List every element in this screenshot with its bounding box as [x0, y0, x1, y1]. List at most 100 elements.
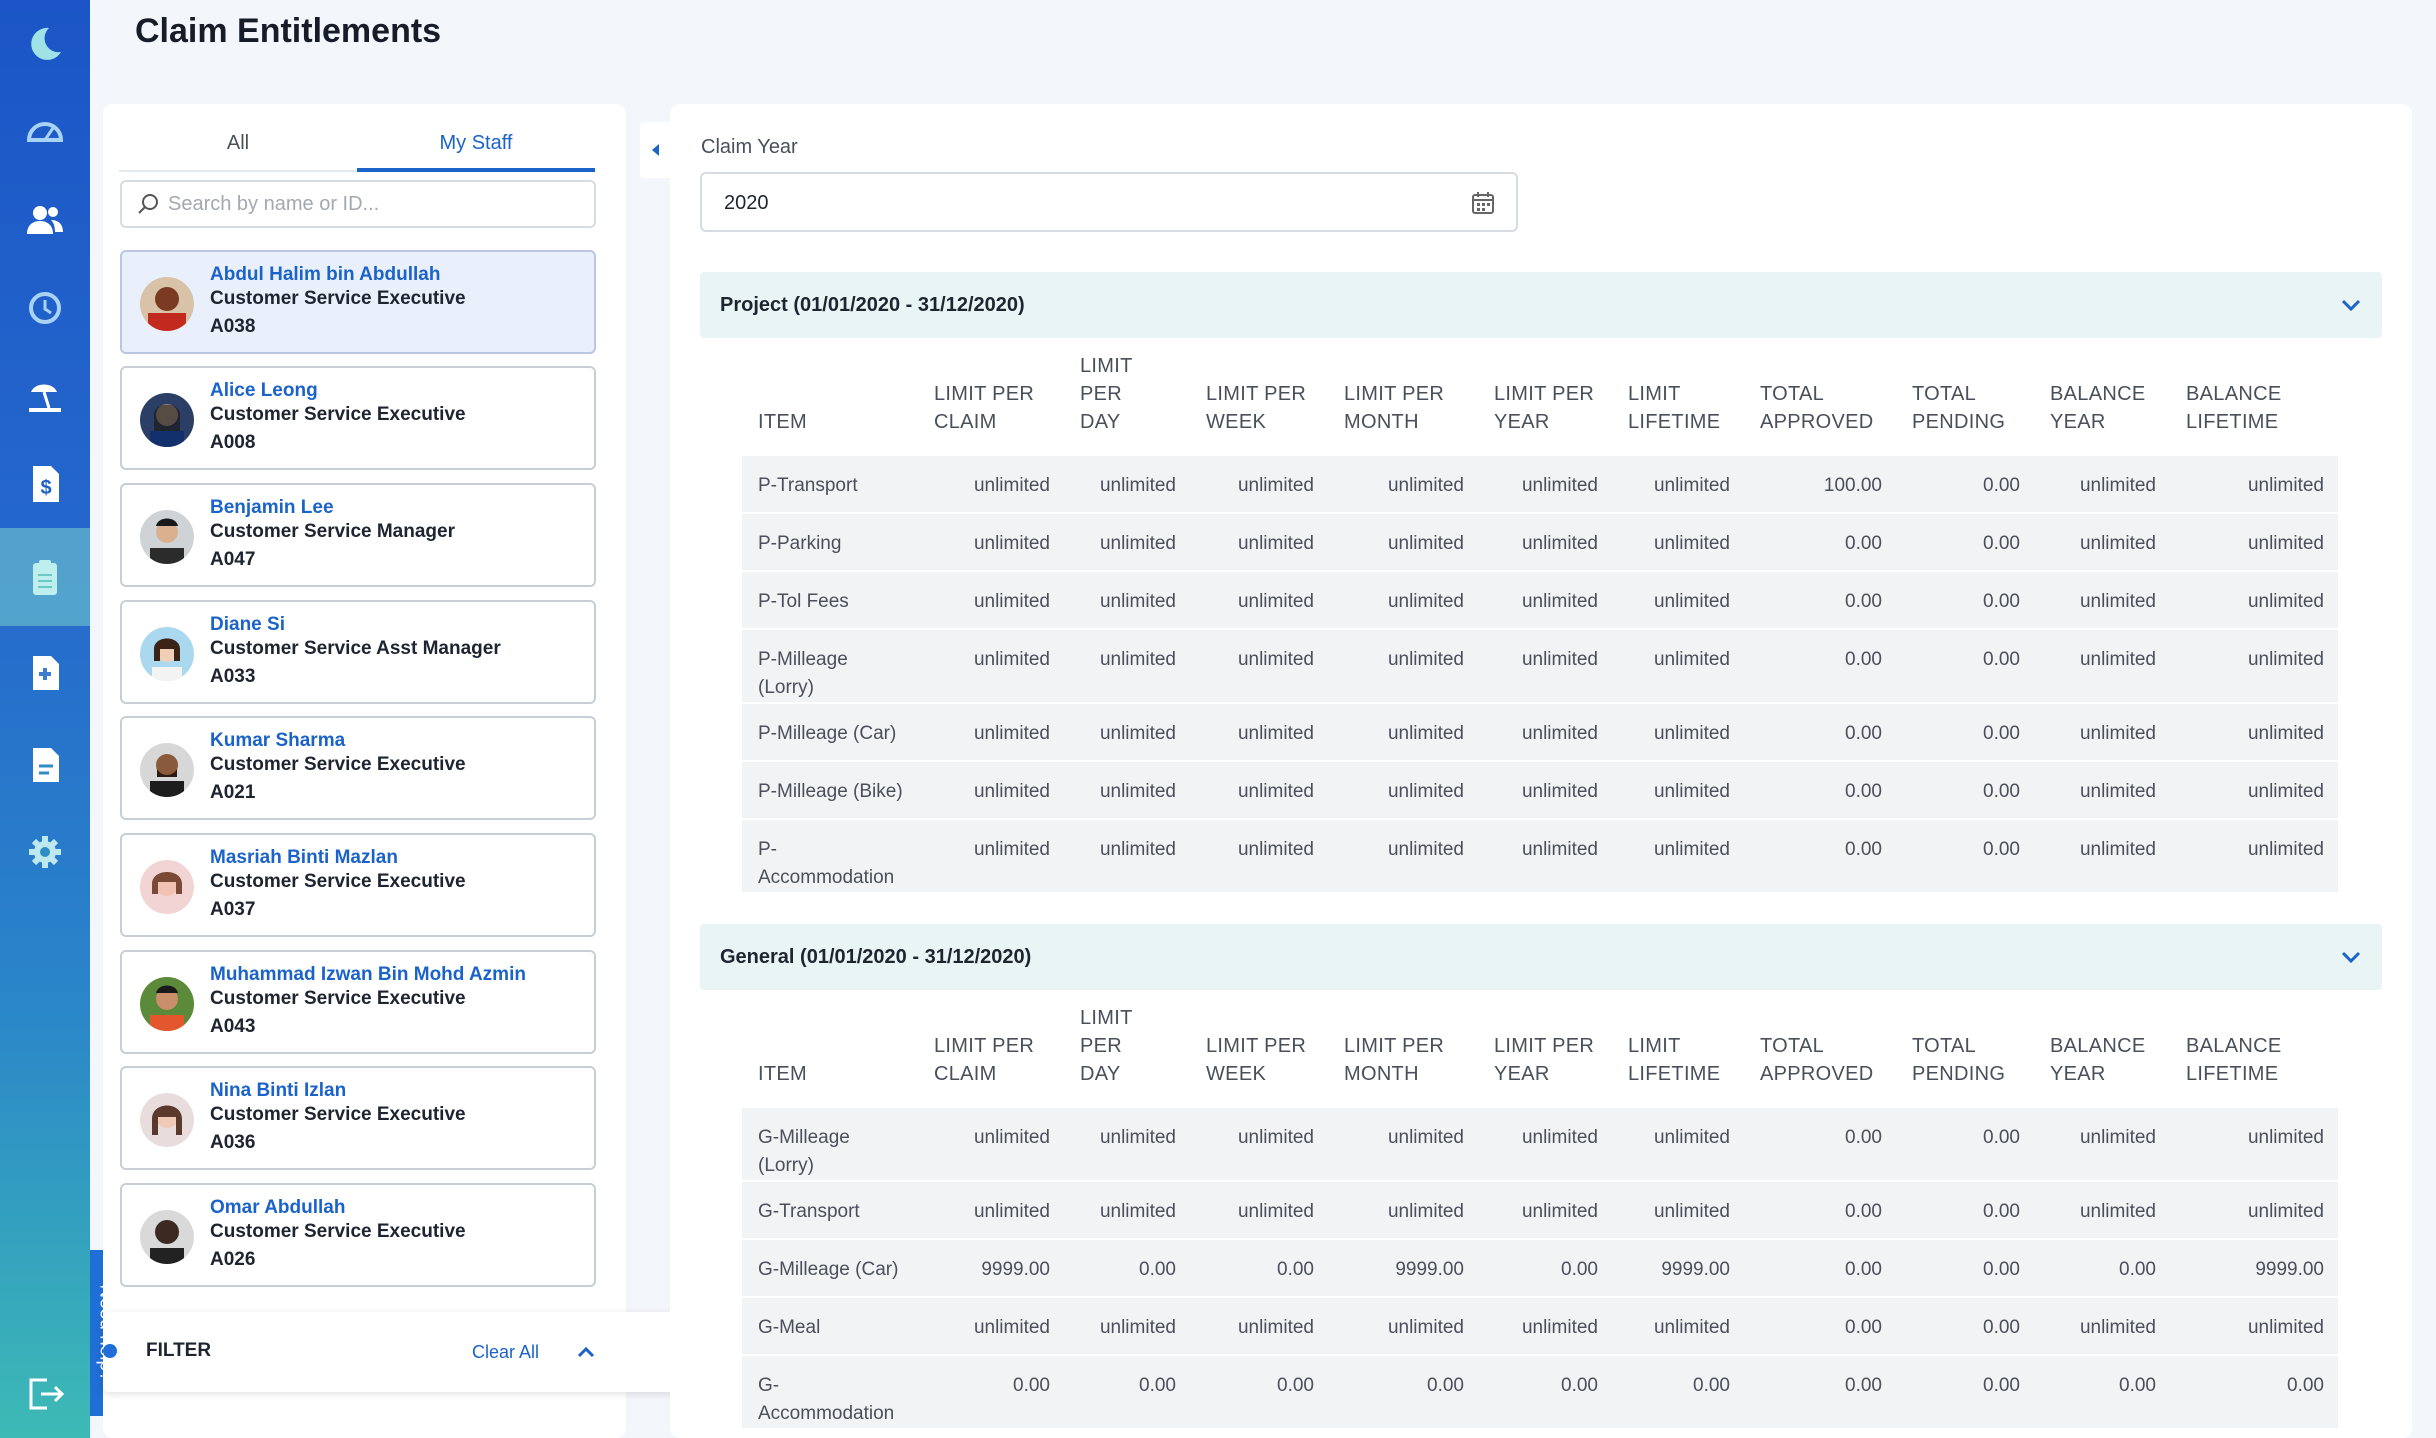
staff-id: A037: [210, 899, 256, 920]
column-header-line: MONTH: [1344, 1063, 1419, 1085]
table-row: P-Milleage (Bike) unlimited unlimited unlim…: [742, 760, 2338, 819]
table-row: G-Milleage (Lorry) unlimited unlimited unli…: [742, 1106, 2338, 1181]
column-header: LIMIT PER DAY: [1064, 352, 1190, 455]
table-row: P-Parking unlimited unlimited unlimited unli…: [742, 512, 2338, 571]
value-cell: 0.00: [2034, 1238, 2170, 1297]
column-header-line: YEAR: [1494, 1063, 1550, 1085]
value-cell: unlimited: [1190, 512, 1328, 571]
column-header-line: LIMIT PER: [934, 383, 1035, 405]
tab-my-staff[interactable]: My Staff: [357, 122, 595, 172]
chevron-down-icon[interactable]: [2338, 292, 2364, 318]
staff-card[interactable]: Kumar Sharma Customer Service Executive …: [120, 716, 596, 820]
page-title: Claim Entitlements: [135, 12, 442, 50]
staff-role: Customer Service Executive: [210, 871, 466, 892]
staff-card[interactable]: Muhammad Izwan Bin Mohd Azmin Customer S…: [120, 950, 596, 1054]
filter-label[interactable]: FILTER: [146, 1340, 211, 1362]
column-header: BALANCE LIFETIME: [2170, 1004, 2338, 1107]
column-header: LIMIT LIFETIME: [1612, 1004, 1744, 1107]
table-row: P-Milleage (Car) unlimited unlimited unlimi…: [742, 702, 2338, 761]
column-header-line: LIMIT PER: [1344, 1035, 1445, 1057]
sidebar-item-history[interactable]: [0, 264, 90, 352]
column-header-line: LIFETIME: [2186, 1063, 2279, 1085]
column-header-line: TOTAL: [1760, 383, 1825, 405]
value-cell: 9999.00: [2170, 1238, 2338, 1297]
value-cell: 0.00: [1744, 628, 1896, 703]
section-title: Project (01/01/2020 - 31/12/2020): [720, 294, 1025, 316]
table-row: G-Transport unlimited unlimited unlimited un…: [742, 1180, 2338, 1239]
staff-id: A043: [210, 1016, 256, 1037]
chevron-up-icon[interactable]: [574, 1340, 598, 1364]
section-header-general[interactable]: General (01/01/2020 - 31/12/2020): [700, 924, 2382, 990]
column-header-line: BALANCE: [2050, 383, 2146, 405]
staff-role: Customer Service Executive: [210, 404, 466, 425]
value-cell: unlimited: [1478, 1180, 1612, 1239]
staff-name: Kumar Sharma: [210, 730, 346, 751]
sidebar-item-reports[interactable]: [0, 720, 90, 808]
chevron-down-icon[interactable]: [2338, 944, 2364, 970]
value-cell: unlimited: [1328, 760, 1478, 819]
value-cell: unlimited: [918, 454, 1064, 513]
column-header-line: BALANCE: [2050, 1035, 2146, 1057]
app-logo[interactable]: [0, 0, 90, 88]
staff-card[interactable]: Nina Binti Izlan Customer Service Execut…: [120, 1066, 596, 1170]
staff-card[interactable]: Abdul Halim bin Abdullah Customer Servic…: [120, 250, 596, 354]
claim-year-label: Claim Year: [701, 136, 798, 158]
value-cell: unlimited: [1064, 454, 1190, 513]
value-cell: unlimited: [1064, 760, 1190, 819]
value-cell: unlimited: [1612, 702, 1744, 761]
sidebar-item-employees[interactable]: [0, 176, 90, 264]
claim-year-field[interactable]: 2020: [700, 172, 1518, 232]
column-header: TOTAL APPROVED: [1744, 352, 1896, 455]
clear-all-link[interactable]: Clear All: [472, 1342, 539, 1363]
value-cell: 0.00: [1896, 760, 2034, 819]
staff-name: Nina Binti Izlan: [210, 1080, 347, 1101]
value-cell: unlimited: [2034, 570, 2170, 629]
column-header-line: LIFETIME: [2186, 411, 2279, 433]
staff-id: A033: [210, 666, 256, 687]
avatar: [140, 393, 194, 447]
value-cell: 0.00: [1064, 1238, 1190, 1297]
value-cell: 0.00: [1612, 1354, 1744, 1428]
staff-panel: All My Staff Abdul Halim bin Abdullah Cu…: [103, 104, 626, 1438]
column-header-line: WEEK: [1206, 411, 1267, 433]
staff-card[interactable]: Diane Si Customer Service Asst Manager A…: [120, 600, 596, 704]
collapse-panel-button[interactable]: [640, 122, 670, 178]
search-input[interactable]: [168, 192, 568, 216]
table-row: P-Tol Fees unlimited unlimited unlimited unl…: [742, 570, 2338, 629]
value-cell: 0.00: [1744, 760, 1896, 819]
sidebar-item-leave[interactable]: [0, 352, 90, 440]
staff-card[interactable]: Benjamin Lee Customer Service Manager A0…: [120, 483, 596, 587]
value-cell: unlimited: [1064, 818, 1190, 892]
sidebar-item-logout[interactable]: [0, 1350, 90, 1438]
chevron-left-icon: [652, 144, 659, 156]
sidebar-item-settings[interactable]: [0, 808, 90, 896]
item-name-cell: G-Meal: [742, 1296, 918, 1355]
column-header-line: PENDING: [1912, 1063, 2006, 1085]
avatar: [140, 627, 194, 681]
value-cell: 0.00: [1896, 570, 2034, 629]
staff-card[interactable]: Masriah Binti Mazlan Customer Service Ex…: [120, 833, 596, 937]
sidebar-item-entitlements[interactable]: [0, 528, 90, 626]
calendar-icon[interactable]: [1470, 190, 1496, 216]
item-name-cell: G-Milleage (Car): [742, 1238, 918, 1297]
sidebar-nav: $: [0, 0, 90, 1438]
avatar: [140, 1210, 194, 1264]
section-header-project[interactable]: Project (01/01/2020 - 31/12/2020): [700, 272, 2382, 338]
staff-card[interactable]: Alice Leong Customer Service Executive A…: [120, 366, 596, 470]
column-header-line: ITEM: [758, 411, 807, 433]
value-cell: unlimited: [918, 1180, 1064, 1239]
sidebar-item-dashboard[interactable]: [0, 88, 90, 176]
value-cell: unlimited: [2170, 702, 2338, 761]
staff-card[interactable]: Omar Abdullah Customer Service Executive…: [120, 1183, 596, 1287]
sidebar-item-claims[interactable]: $: [0, 440, 90, 528]
history-clock-icon: [29, 292, 61, 324]
value-cell: unlimited: [918, 818, 1064, 892]
value-cell: unlimited: [1190, 1106, 1328, 1181]
staff-role: Customer Service Executive: [210, 988, 466, 1009]
value-cell: unlimited: [1478, 818, 1612, 892]
tab-all[interactable]: All: [119, 122, 357, 170]
column-header-line: LIMIT PER: [1206, 383, 1307, 405]
value-cell: unlimited: [2034, 1180, 2170, 1239]
column-header-line: PENDING: [1912, 411, 2006, 433]
sidebar-item-medical[interactable]: [0, 628, 90, 716]
